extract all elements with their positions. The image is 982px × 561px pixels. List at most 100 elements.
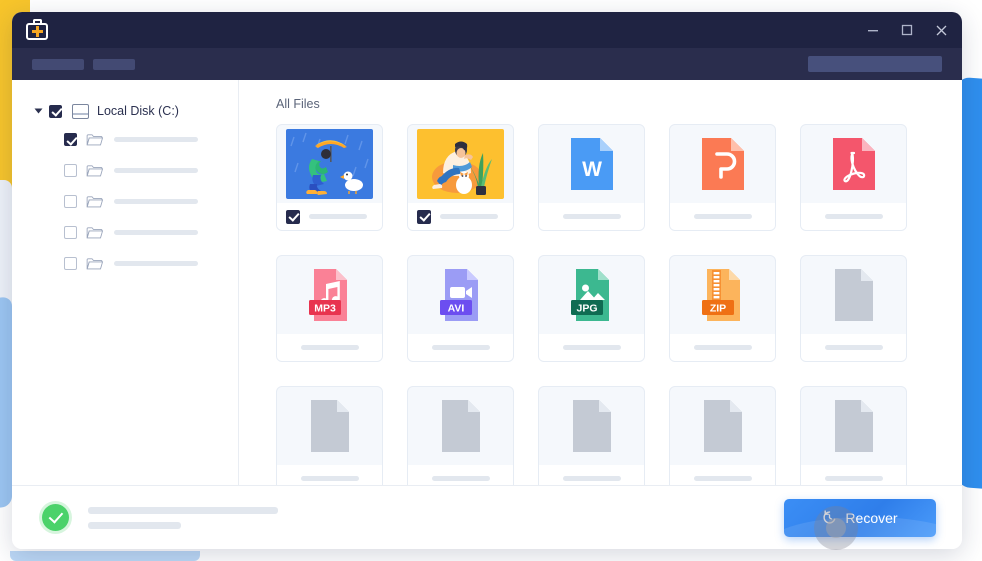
toolbar-item-2[interactable]	[93, 58, 135, 70]
photo-rain-umbrella-thumbnail	[286, 129, 373, 199]
file-card-footer	[539, 203, 644, 230]
status-line-1	[88, 506, 278, 514]
file-card[interactable]: JPG	[538, 255, 645, 362]
decorative-blue-bottom-bar	[10, 551, 200, 561]
zip-archive-file-icon: ZIP	[701, 269, 740, 321]
file-card[interactable]	[407, 124, 514, 231]
folder-label	[114, 261, 198, 266]
powerpoint-document-icon	[701, 138, 744, 190]
sidebar-folder-item[interactable]	[12, 186, 238, 217]
file-name-label	[440, 214, 498, 219]
file-thumbnail	[670, 387, 775, 465]
svg-text:JPG: JPG	[576, 303, 597, 315]
file-card-footer	[277, 334, 382, 361]
sidebar-folder-item[interactable]	[12, 155, 238, 186]
recover-button-label: Recover	[845, 509, 898, 526]
svg-text:MP3: MP3	[314, 303, 336, 315]
file-card-footer	[539, 465, 644, 485]
footer-bar: Recover	[12, 485, 962, 549]
disk-icon	[72, 103, 89, 119]
sidebar-item-local-disk[interactable]: Local Disk (C:)	[12, 98, 238, 124]
file-card[interactable]	[407, 386, 514, 485]
folder-checkbox[interactable]	[64, 257, 77, 270]
file-card-footer	[801, 334, 906, 361]
generic-file-icon	[834, 400, 873, 452]
svg-text:AVI: AVI	[447, 303, 464, 315]
folder-checkbox[interactable]	[64, 133, 77, 146]
folder-icon	[86, 226, 104, 238]
sidebar-folder-item[interactable]	[12, 124, 238, 155]
folder-checkbox[interactable]	[64, 164, 77, 177]
generic-file-icon	[834, 269, 873, 321]
generic-file-icon	[441, 400, 480, 452]
file-card[interactable]: AVI	[407, 255, 514, 362]
svg-text:ZIP: ZIP	[709, 303, 725, 315]
file-name-label	[431, 345, 490, 350]
file-thumbnail	[801, 256, 906, 334]
folder-label	[114, 199, 198, 204]
file-card[interactable]: MP3	[276, 255, 383, 362]
file-card-footer	[277, 203, 382, 230]
folder-label	[114, 168, 198, 173]
file-card[interactable]	[800, 386, 907, 485]
file-name-label	[693, 214, 752, 219]
file-thumbnail: JPG	[539, 256, 644, 334]
file-name-label	[824, 476, 883, 481]
maximize-button[interactable]	[890, 12, 924, 48]
folder-checkbox[interactable]	[64, 195, 77, 208]
file-card[interactable]	[800, 255, 907, 362]
file-thumbnail	[539, 387, 644, 465]
photo-beanbag-cat-thumbnail	[417, 129, 504, 199]
file-card-footer	[670, 334, 775, 361]
file-card-footer	[801, 465, 906, 485]
success-check-icon	[42, 504, 69, 531]
file-checkbox[interactable]	[286, 209, 300, 224]
folder-label	[114, 230, 198, 235]
file-card[interactable]	[800, 124, 907, 231]
page-title: All Files	[276, 97, 320, 111]
file-card[interactable]	[669, 124, 776, 231]
sidebar-folder-item[interactable]	[12, 248, 238, 279]
recover-button[interactable]: Recover	[784, 498, 936, 537]
app-window: Local Disk (C:) All Files W MP3 AVI JPG …	[12, 12, 962, 549]
toolbar-item-1[interactable]	[32, 58, 84, 70]
file-card[interactable]	[276, 386, 383, 485]
sidebar-tree: Local Disk (C:)	[12, 80, 239, 485]
decorative-blue-left-shape	[0, 296, 12, 514]
chevron-down-icon[interactable]	[34, 108, 43, 114]
file-browser-panel: All Files W MP3 AVI JPG ZIP	[239, 80, 962, 485]
file-name-label	[693, 345, 752, 350]
title-bar[interactable]	[12, 12, 962, 48]
file-name-label	[562, 476, 621, 481]
file-card-footer	[408, 334, 513, 361]
file-name-label	[562, 214, 621, 219]
file-thumbnail	[801, 125, 906, 203]
first-aid-kit-icon	[26, 19, 48, 41]
word-document-icon: W	[570, 138, 613, 190]
folder-checkbox[interactable]	[64, 226, 77, 239]
file-card[interactable]	[669, 386, 776, 485]
file-card[interactable]	[276, 124, 383, 231]
file-checkbox[interactable]	[417, 209, 431, 224]
toolbar	[12, 48, 962, 80]
file-card-footer	[670, 465, 775, 485]
restore-clock-icon	[823, 510, 836, 524]
status-line-2	[88, 521, 181, 529]
sidebar-folder-item[interactable]	[12, 217, 238, 248]
file-card-footer	[408, 465, 513, 485]
file-card[interactable]: ZIP	[669, 255, 776, 362]
folder-label	[114, 137, 198, 142]
file-thumbnail	[277, 125, 382, 203]
file-card[interactable]	[538, 386, 645, 485]
folder-icon	[86, 164, 104, 176]
file-card[interactable]: W	[538, 124, 645, 231]
file-name-label	[309, 214, 367, 219]
folder-icon	[86, 133, 104, 145]
close-button[interactable]	[924, 12, 958, 48]
local-disk-checkbox[interactable]	[49, 104, 62, 118]
toolbar-search-field[interactable]	[808, 56, 942, 72]
generic-file-icon	[572, 400, 611, 452]
avi-video-file-icon: AVI	[439, 269, 478, 321]
file-thumbnail	[670, 125, 775, 203]
minimize-button[interactable]	[856, 12, 890, 48]
